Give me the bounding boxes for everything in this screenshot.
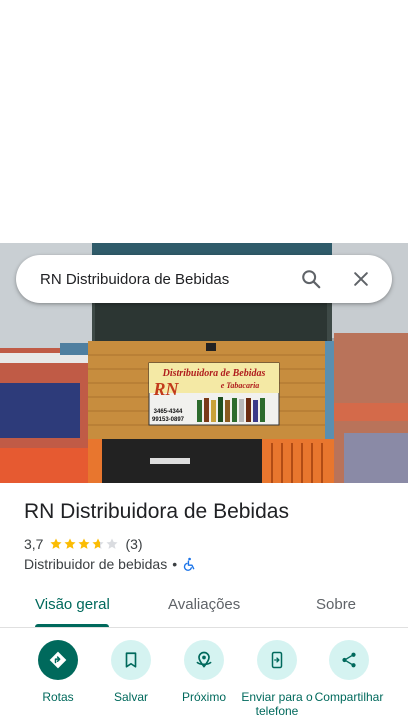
save-button[interactable]: Salvar	[93, 640, 169, 704]
active-tab-indicator	[35, 624, 109, 627]
nearby-icon	[196, 651, 212, 668]
review-count[interactable]: (3)	[125, 536, 142, 552]
sign-text-2: e Tabacaria	[221, 381, 260, 390]
clear-search-button[interactable]	[348, 266, 374, 292]
directions-button[interactable]: Rotas	[20, 640, 96, 704]
wheelchair-icon	[183, 557, 195, 571]
sign-text-1: Distribuidora de Bebidas	[162, 368, 266, 379]
nearby-button[interactable]: Próximo	[166, 640, 242, 704]
star-icon	[92, 538, 105, 549]
star-icon	[64, 538, 77, 549]
sign-logo: RN	[152, 379, 179, 399]
search-bar[interactable]: RN Distribuidora de Bebidas	[16, 255, 392, 303]
star-icon	[106, 538, 119, 549]
search-input[interactable]: RN Distribuidora de Bebidas	[40, 271, 298, 288]
rating-value: 3,7	[24, 536, 44, 552]
action-bar: Rotas Salvar Próximo Enviar para o telef…	[0, 640, 408, 726]
tab-reviews[interactable]: Avaliações	[168, 596, 240, 613]
send-to-phone-label: Enviar para o telefone	[241, 690, 313, 718]
tab-bar: Visão geral Avaliações Sobre	[0, 584, 408, 628]
star-icon	[50, 538, 63, 549]
star-rating	[49, 537, 119, 551]
category-row: Distribuidor de bebidas •	[24, 556, 196, 572]
sign-phone-1: 3465-4344	[154, 409, 183, 415]
star-icon	[78, 538, 91, 549]
save-label: Salvar	[113, 690, 148, 704]
rating-row[interactable]: 3,7 (3)	[24, 536, 143, 552]
directions-icon	[49, 651, 67, 669]
share-icon	[342, 652, 356, 668]
sign-phone-2: 99153-0897	[152, 417, 185, 423]
bookmark-icon	[125, 652, 137, 668]
send-to-phone-icon	[271, 651, 283, 669]
share-button[interactable]: Compartilhar	[311, 640, 387, 704]
nearby-label: Próximo	[181, 690, 226, 704]
category-label: Distribuidor de bebidas	[24, 556, 168, 572]
close-icon	[354, 272, 368, 286]
send-to-phone-button[interactable]: Enviar para o telefone	[239, 640, 315, 718]
share-label: Compartilhar	[314, 690, 384, 704]
place-sheet: Distribuidora de Bebidas e Tabacaria RN …	[0, 0, 408, 726]
separator: •	[172, 556, 178, 572]
tab-about[interactable]: Sobre	[316, 596, 356, 613]
directions-label: Rotas	[42, 690, 74, 704]
search-icon	[302, 270, 321, 289]
search-button[interactable]	[298, 266, 324, 292]
tab-overview[interactable]: Visão geral	[35, 596, 110, 613]
place-title: RN Distribuidora de Bebidas	[24, 500, 289, 523]
